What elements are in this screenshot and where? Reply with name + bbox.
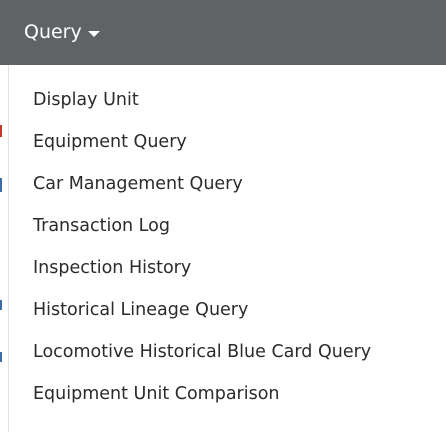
caret-down-icon bbox=[87, 30, 100, 37]
query-dropdown-screen: Query Display Unit Equipment Query Car M… bbox=[0, 0, 446, 432]
background-edge-mark bbox=[0, 352, 2, 362]
query-dropdown-menu: Display Unit Equipment Query Car Managem… bbox=[8, 65, 446, 432]
background-edge-mark bbox=[0, 125, 2, 137]
menu-item-locomotive-historical-blue-card-query[interactable]: Locomotive Historical Blue Card Query bbox=[33, 337, 371, 367]
nav-bar: Query bbox=[0, 0, 446, 65]
background-edge-mark bbox=[0, 300, 2, 310]
menu-item-display-unit[interactable]: Display Unit bbox=[33, 85, 139, 115]
menu-item-historical-lineage-query[interactable]: Historical Lineage Query bbox=[33, 295, 248, 325]
menu-item-equipment-unit-comparison[interactable]: Equipment Unit Comparison bbox=[33, 379, 280, 409]
menu-item-transaction-log[interactable]: Transaction Log bbox=[33, 211, 170, 241]
query-menu-label: Query bbox=[24, 21, 82, 43]
menu-item-equipment-query[interactable]: Equipment Query bbox=[33, 127, 187, 157]
menu-item-car-management-query[interactable]: Car Management Query bbox=[33, 169, 243, 199]
query-menu-button[interactable]: Query bbox=[24, 15, 100, 49]
menu-item-inspection-history[interactable]: Inspection History bbox=[33, 253, 191, 283]
background-edge-mark bbox=[0, 178, 2, 192]
